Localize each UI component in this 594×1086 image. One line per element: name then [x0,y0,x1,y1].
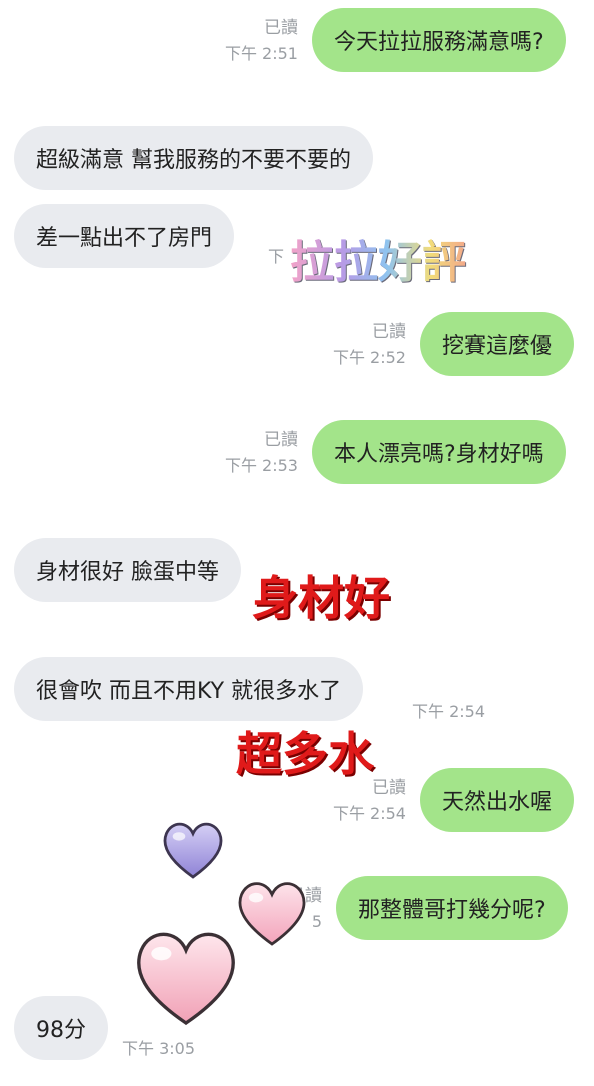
received-message-bubble[interactable]: 98分 [14,996,108,1060]
read-receipt: 已讀 [372,322,406,342]
sent-message-bubble[interactable]: 天然出水喔 [420,768,575,832]
purple-heart-icon [163,822,223,879]
timestamp: 下午 2:54 [332,804,406,823]
timestamp: 下午 2:54 [412,702,486,721]
message-meta: 已讀 下午 2:54 [296,776,406,826]
timestamp: 下午 3:05 [122,1039,196,1058]
large-pink-heart-icon [137,932,235,1026]
read-receipt: 已讀 [264,430,298,450]
sent-message-bubble[interactable]: 那整體哥打幾分呢? [336,876,568,940]
message-meta: 已讀 下午 2:51 [188,16,298,66]
received-message-bubble[interactable]: 很會吹 而且不用KY 就很多水了 [14,657,364,721]
read-receipt: 已讀 [264,18,298,38]
sent-message-bubble[interactable]: 今天拉拉服務滿意嗎? [312,8,566,72]
timestamp: 下午 2:53 [224,456,298,475]
received-message-bubble[interactable]: 超級滿意 幫我服務的不要不要的 [14,126,373,190]
message-meta: 已讀 下午 2:52 [296,320,406,370]
received-message-bubble[interactable]: 身材很好 臉蛋中等 [14,538,241,602]
received-message-bubble[interactable]: 差一點出不了房門 [14,204,235,268]
message-meta: 已讀 下午 2:53 [188,428,298,478]
pink-heart-icon [238,882,306,946]
sticker-text-red: 身材好 [252,571,390,625]
sent-message-bubble[interactable]: 挖賽這麼優 [420,312,575,376]
timestamp: 下午 2:52 [332,348,406,367]
read-receipt: 已讀 [372,778,406,798]
sticker-text-rainbow: 拉拉好評 [290,226,466,290]
sent-message-bubble[interactable]: 本人漂亮嗎?身材好嗎 [312,420,566,484]
timestamp: 下 [268,247,285,266]
timestamp: 下午 2:51 [224,44,298,63]
sticker-text-red: 超多水 [236,727,374,781]
